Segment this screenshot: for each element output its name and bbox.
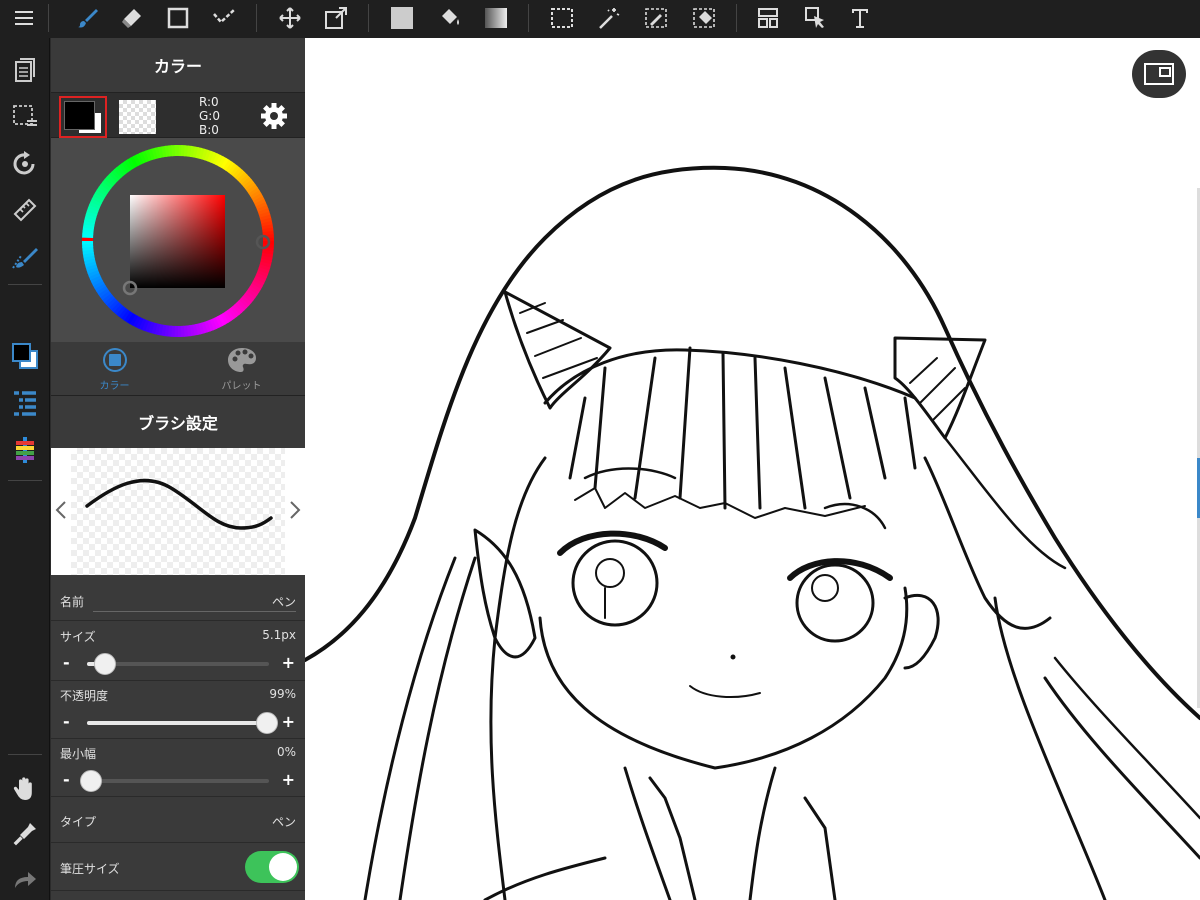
size-slider[interactable] (87, 653, 269, 675)
opacity-value: 99% (269, 687, 296, 701)
opacity-slider[interactable] (87, 712, 279, 734)
color-circle-icon (102, 348, 127, 372)
g-value: G:0 (199, 109, 220, 123)
hand-icon[interactable] (0, 768, 50, 808)
toolbar-divider (528, 4, 529, 32)
palette-icon (227, 348, 256, 372)
type-value: ペン (271, 815, 296, 829)
left-tool-rail (0, 38, 50, 900)
select-eraser-icon[interactable] (686, 0, 722, 36)
size-increase-button[interactable]: + (282, 653, 295, 672)
opacity-decrease-button[interactable]: - (63, 712, 70, 731)
min-width-value: 0% (276, 745, 296, 759)
chevron-right-icon[interactable] (287, 498, 303, 522)
menu-icon[interactable] (6, 0, 42, 36)
top-toolbar (0, 0, 1200, 38)
side-panel: カラー R:0 G:0 B:0 カラー パレット ブラシ設定 名前 ペン サイズ… (51, 38, 305, 900)
type-row[interactable]: タイプ ペン (51, 797, 305, 843)
fill-color-icon[interactable] (384, 0, 420, 36)
toolbar-divider (736, 4, 737, 32)
gradient-icon[interactable] (478, 0, 514, 36)
min-width-row: 最小幅 0% - + (51, 739, 305, 797)
layout-icon[interactable] (750, 0, 786, 36)
brush-preview (51, 448, 305, 575)
line-art-drawing (305, 165, 1200, 900)
select-pen-icon[interactable] (638, 0, 674, 36)
select-arrow-icon[interactable] (798, 0, 834, 36)
tab-color[interactable]: カラー (51, 342, 178, 396)
brush-settings-title: ブラシ設定 (51, 396, 305, 448)
ruler-icon[interactable] (0, 190, 50, 230)
redo-icon[interactable] (0, 860, 50, 900)
size-slider-knob[interactable] (94, 653, 117, 675)
size-decrease-button[interactable]: - (63, 653, 70, 672)
eyedropper-icon[interactable] (0, 814, 50, 854)
foreground-color-swatch (64, 101, 95, 130)
min-width-increase-button[interactable]: + (282, 770, 295, 789)
color-header: R:0 G:0 B:0 (51, 92, 305, 138)
b-value: B:0 (199, 123, 219, 137)
toolbar-divider (48, 4, 49, 32)
color-picker-area (51, 138, 305, 342)
pressure-row: 筆圧サイズ (51, 843, 305, 891)
select-rect-icon[interactable] (544, 0, 580, 36)
magic-wand-icon[interactable] (590, 0, 626, 36)
brush-name-label: 名前 (60, 595, 85, 609)
pages-icon[interactable] (0, 50, 50, 90)
transform-icon[interactable] (318, 0, 354, 36)
brush-icon[interactable] (70, 0, 106, 36)
hue-ring-segment[interactable] (174, 145, 179, 157)
size-label: サイズ (60, 630, 96, 644)
toolbar-divider (368, 4, 369, 32)
opacity-label: 不透明度 (60, 689, 109, 703)
tab-color-label: カラー (99, 381, 130, 392)
color-swatch-icon[interactable] (0, 336, 50, 376)
name-underline (93, 611, 296, 612)
brush-name-value: ペン (271, 595, 296, 609)
color-swatch[interactable] (59, 96, 107, 138)
pressure-toggle[interactable] (245, 851, 299, 883)
tab-palette-label: パレット (221, 381, 262, 392)
brush-stroke-preview (85, 478, 273, 530)
bucket-icon[interactable] (432, 0, 468, 36)
color-panel-title: カラー (51, 38, 305, 92)
selection-icon[interactable] (0, 96, 50, 136)
rail-divider (8, 284, 42, 285)
transparent-color-swatch[interactable] (119, 100, 156, 134)
r-value: R:0 (199, 95, 219, 109)
brush-name-row[interactable]: 名前 ペン (51, 575, 305, 621)
navigator-icon (1144, 63, 1174, 85)
drawing-canvas[interactable] (305, 38, 1200, 900)
hue-ring[interactable] (51, 138, 305, 342)
rectangle-icon[interactable] (160, 0, 196, 36)
toolbar-divider (256, 4, 257, 32)
opacity-increase-button[interactable]: + (282, 712, 295, 731)
min-width-slider[interactable] (80, 770, 269, 792)
rotate-icon[interactable] (0, 144, 50, 184)
min-width-slider-knob[interactable] (80, 770, 102, 792)
chevron-left-icon[interactable] (53, 498, 69, 522)
canvas-view-button[interactable] (1132, 50, 1186, 98)
opacity-row: 不透明度 99% - + (51, 681, 305, 739)
rgb-readout: R:0 G:0 B:0 (199, 95, 220, 137)
color-tabs: カラー パレット (51, 342, 305, 396)
size-row: サイズ 5.1px - + (51, 621, 305, 681)
rail-divider (8, 480, 42, 481)
rail-divider (8, 754, 42, 755)
snap-brush-icon[interactable] (0, 238, 50, 278)
tab-palette[interactable]: パレット (178, 342, 305, 396)
min-width-label: 最小幅 (60, 747, 97, 761)
layers-icon[interactable] (0, 382, 50, 422)
dotted-line-icon[interactable] (206, 0, 242, 36)
gear-icon[interactable] (259, 101, 289, 131)
opacity-slider-knob[interactable] (256, 712, 279, 734)
move-icon[interactable] (272, 0, 308, 36)
eraser-icon[interactable] (114, 0, 150, 36)
color-bars-icon[interactable] (0, 430, 50, 470)
pressure-label: 筆圧サイズ (60, 862, 120, 876)
text-icon[interactable] (842, 0, 878, 36)
min-width-decrease-button[interactable]: - (63, 770, 70, 789)
size-value: 5.1px (262, 628, 296, 642)
type-label: タイプ (60, 815, 97, 829)
